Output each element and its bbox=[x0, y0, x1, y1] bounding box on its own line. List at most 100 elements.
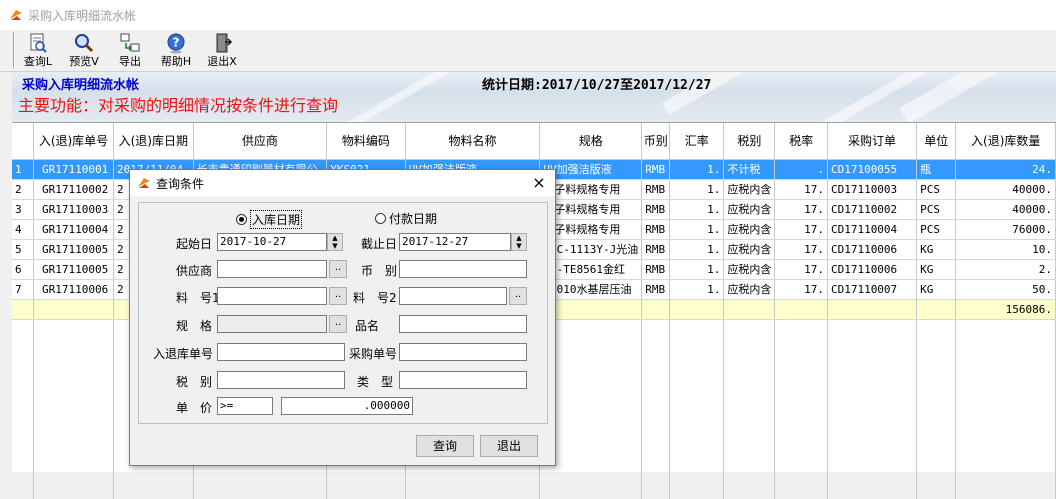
product-name-input[interactable] bbox=[399, 315, 527, 333]
empty-cell bbox=[723, 339, 776, 359]
empty-cell bbox=[955, 339, 1056, 359]
currency-label: 币 别 bbox=[361, 264, 398, 278]
price-operator-input[interactable]: >= bbox=[217, 397, 273, 415]
table-cell: 瓶 bbox=[916, 159, 957, 180]
radio-dot bbox=[375, 213, 386, 224]
empty-cell bbox=[12, 339, 35, 359]
empty-cell bbox=[955, 459, 1056, 479]
material1-input[interactable] bbox=[217, 287, 327, 305]
empty-cell bbox=[669, 379, 725, 399]
total-cell: 156086. bbox=[955, 299, 1056, 320]
column-header[interactable]: 入(退)库单号 bbox=[33, 123, 114, 160]
empty-cell bbox=[641, 379, 671, 399]
empty-cell bbox=[827, 379, 918, 399]
empty-cell bbox=[12, 439, 35, 459]
supplier-lookup-button[interactable]: .. bbox=[329, 260, 347, 278]
spec-lookup-button[interactable]: .. bbox=[329, 315, 347, 333]
end-date-spinner[interactable]: ▲ ▼ bbox=[511, 233, 527, 251]
radio-in-date[interactable]: 入库日期 bbox=[236, 210, 303, 229]
total-cell bbox=[12, 299, 35, 320]
table-cell: GR17110004 bbox=[33, 219, 114, 240]
in-no-input[interactable] bbox=[217, 343, 345, 361]
empty-cell bbox=[827, 439, 918, 459]
table-cell: 1. bbox=[669, 219, 725, 240]
tax-type-input[interactable] bbox=[217, 371, 345, 389]
empty-cell bbox=[916, 339, 957, 359]
app-icon bbox=[10, 10, 22, 20]
toolbar: 查询L 预览V 导出 ? 帮助H 退出X bbox=[0, 30, 1056, 72]
dialog-exit-button[interactable]: 退出 bbox=[480, 435, 538, 457]
table-cell: GR17110003 bbox=[33, 199, 114, 220]
column-header[interactable]: 币别 bbox=[641, 123, 671, 160]
table-cell: 4 bbox=[12, 219, 35, 240]
empty-cell bbox=[12, 379, 35, 399]
table-cell: GR17110006 bbox=[33, 279, 114, 300]
table-cell: RMB bbox=[641, 279, 671, 300]
table-cell: 7 bbox=[12, 279, 35, 300]
query-submit-button[interactable]: 查询 bbox=[416, 435, 474, 457]
table-cell: 2. bbox=[955, 259, 1056, 280]
radio-pay-date[interactable]: 付款日期 bbox=[375, 210, 437, 227]
export-button[interactable]: 导出 bbox=[110, 32, 150, 70]
column-header[interactable]: 物料名称 bbox=[405, 123, 541, 160]
po-no-label: 采购单号 bbox=[349, 347, 398, 361]
empty-cell bbox=[955, 399, 1056, 419]
currency-input[interactable] bbox=[399, 260, 527, 278]
empty-cell bbox=[723, 439, 776, 459]
spec-input bbox=[217, 315, 327, 333]
table-cell: PCS bbox=[916, 179, 957, 200]
material2-lookup-button[interactable]: .. bbox=[509, 287, 527, 305]
material1-lookup-button[interactable]: .. bbox=[329, 287, 347, 305]
empty-cell bbox=[33, 359, 114, 379]
exit-button[interactable]: 退出X bbox=[202, 32, 242, 70]
table-cell: GR17110005 bbox=[33, 259, 114, 280]
column-header[interactable]: 税率 bbox=[774, 123, 828, 160]
table-cell: 17. bbox=[774, 219, 828, 240]
column-header[interactable]: 供应商 bbox=[193, 123, 328, 160]
empty-cell bbox=[12, 359, 35, 379]
table-cell: 24. bbox=[955, 159, 1056, 180]
table-cell: 3 bbox=[12, 199, 35, 220]
table-cell: GR17110001 bbox=[33, 159, 114, 180]
start-date-input[interactable]: 2017-10-27 bbox=[217, 233, 327, 251]
empty-cell bbox=[827, 479, 918, 499]
column-header[interactable]: 物料编码 bbox=[326, 123, 406, 160]
export-button-label: 导出 bbox=[119, 55, 141, 68]
column-header[interactable]: 采购订单 bbox=[827, 123, 918, 160]
column-header[interactable]: 单位 bbox=[916, 123, 957, 160]
material2-input[interactable] bbox=[399, 287, 507, 305]
dialog-title: 查询条件 bbox=[156, 176, 205, 191]
empty-cell bbox=[774, 459, 828, 479]
table-cell: 应税内含 bbox=[723, 239, 776, 260]
empty-cell bbox=[539, 479, 643, 499]
table-cell: CD17110003 bbox=[827, 179, 918, 200]
table-cell: 10. bbox=[955, 239, 1056, 260]
column-header[interactable]: 入(退)库日期 bbox=[113, 123, 194, 160]
empty-cell bbox=[669, 479, 725, 499]
radio-dot-checked bbox=[236, 214, 247, 225]
table-cell: 17. bbox=[774, 279, 828, 300]
price-value-input[interactable]: .000000 bbox=[281, 397, 413, 415]
empty-cell bbox=[827, 359, 918, 379]
column-header[interactable] bbox=[12, 123, 35, 160]
column-header[interactable]: 税别 bbox=[723, 123, 776, 160]
column-header[interactable]: 汇率 bbox=[669, 123, 725, 160]
dialog-close-icon[interactable]: × bbox=[529, 173, 549, 193]
empty-cell bbox=[916, 399, 957, 419]
table-cell: 40000. bbox=[955, 199, 1056, 220]
preview-button[interactable]: 预览V bbox=[64, 32, 104, 70]
type-input[interactable] bbox=[399, 371, 527, 389]
po-no-input[interactable] bbox=[399, 343, 527, 361]
in-no-label: 入退库单号 bbox=[153, 347, 214, 361]
start-date-spinner[interactable]: ▲ ▼ bbox=[327, 233, 343, 251]
column-header[interactable]: 入(退)库数量 bbox=[955, 123, 1056, 160]
help-button[interactable]: ? 帮助H bbox=[156, 32, 196, 70]
end-date-input[interactable]: 2017-12-27 bbox=[399, 233, 511, 251]
table-cell: RMB bbox=[641, 179, 671, 200]
table-cell: 50. bbox=[955, 279, 1056, 300]
column-header[interactable]: 规格 bbox=[539, 123, 643, 160]
table-cell: RMB bbox=[641, 239, 671, 260]
empty-cell bbox=[405, 479, 541, 499]
supplier-input[interactable] bbox=[217, 260, 327, 278]
query-button[interactable]: 查询L bbox=[18, 32, 58, 70]
